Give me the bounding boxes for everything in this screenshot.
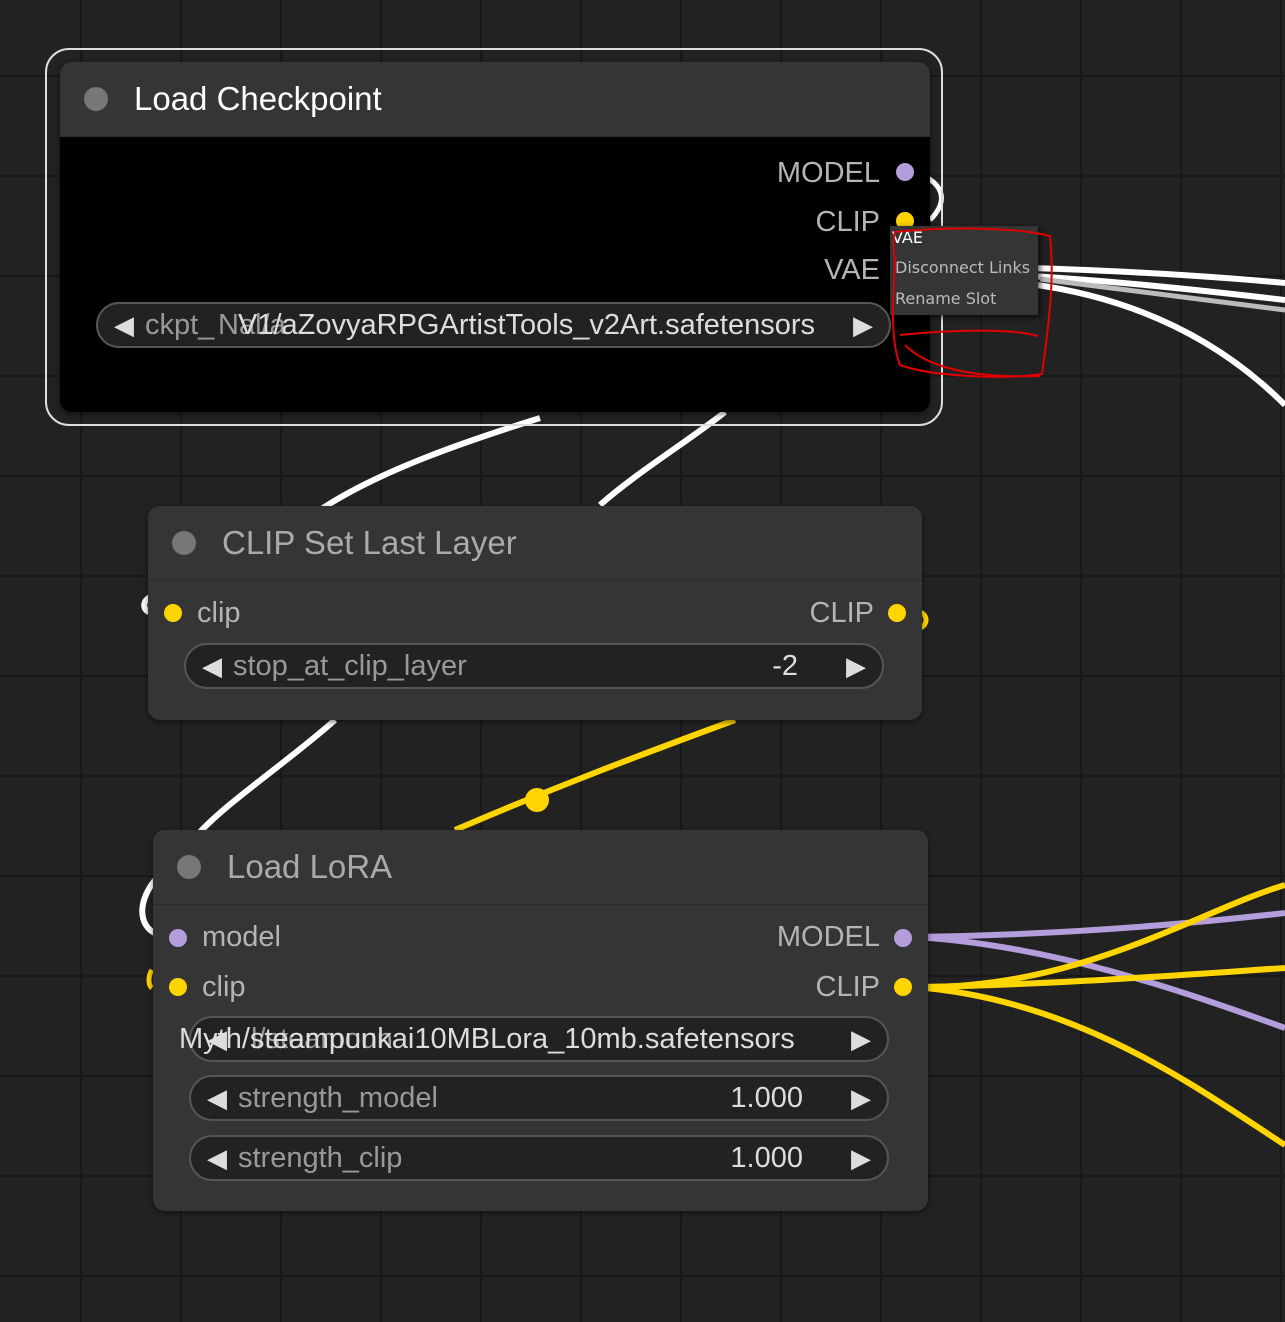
strength-model-widget[interactable]: ◀ strength_model 1.000 ▶	[189, 1075, 889, 1121]
output-label-clip: CLIP	[815, 206, 880, 238]
input-label-model: model	[202, 921, 281, 953]
collapse-dot-icon[interactable]	[84, 87, 108, 111]
load-checkpoint-node[interactable]: Load Checkpoint MODEL CLIP VAE ◀ ckpt_ N…	[60, 62, 930, 412]
output-label-model: MODEL	[776, 921, 880, 953]
collapse-dot-icon[interactable]	[177, 855, 201, 879]
input-label-clip: clip	[197, 597, 241, 629]
output-label-model: MODEL	[776, 157, 880, 189]
widget-value: 1.000	[730, 1142, 803, 1174]
decrement-arrow-icon[interactable]: ◀	[207, 1077, 227, 1119]
clip-link-checkpoint-to-clipset	[318, 415, 541, 513]
widget-label: stop_at_clip_layer	[233, 650, 467, 682]
decrement-arrow-icon[interactable]: ◀	[202, 645, 222, 687]
output-label-clip: CLIP	[809, 597, 874, 629]
combo-next-arrow-icon[interactable]: ▶	[853, 304, 873, 346]
widget-label: strength_model	[238, 1082, 438, 1114]
output-label-clip: CLIP	[815, 971, 880, 1003]
output-slot-model[interactable]	[894, 929, 912, 947]
clip-link-stub-left	[146, 968, 155, 990]
input-label-clip: clip	[202, 971, 246, 1003]
decrement-arrow-icon[interactable]: ◀	[207, 1137, 227, 1179]
widget-value: 1.000	[730, 1082, 803, 1114]
increment-arrow-icon[interactable]: ▶	[846, 645, 866, 687]
slot-context-menu[interactable]: VAE Disconnect Links Rename Slot	[890, 226, 1038, 315]
increment-arrow-icon[interactable]: ▶	[851, 1137, 871, 1179]
input-slot-clip[interactable]	[164, 604, 182, 622]
combo-prev-arrow-icon[interactable]: ◀	[114, 304, 134, 346]
lora-model-out-1	[914, 910, 1285, 940]
output-slot-model[interactable]	[896, 163, 914, 181]
node-title-bar[interactable]: CLIP Set Last Layer	[148, 506, 922, 581]
node-title: CLIP Set Last Layer	[222, 524, 517, 561]
model-link-to-lora-lower	[197, 717, 337, 835]
clip-link-clipset-to-lora	[453, 717, 737, 833]
combo-value: V1/aZovyaRPGArtistTools_v2Art.safetensor…	[238, 309, 816, 341]
context-menu-title: VAE	[892, 228, 923, 247]
node-title-bar[interactable]: Load LoRA	[153, 830, 928, 905]
node-title-bar[interactable]: Load Checkpoint	[60, 62, 930, 137]
menu-item-disconnect-links[interactable]: Disconnect Links	[895, 258, 1030, 278]
output-label-vae: VAE	[824, 254, 880, 286]
input-slot-clip[interactable]	[169, 978, 187, 996]
widget-value: -2	[772, 650, 798, 682]
output-slot-clip[interactable]	[894, 978, 912, 996]
vae-link-3	[1029, 281, 1285, 408]
node-title: Load Checkpoint	[134, 80, 382, 117]
input-slot-model[interactable]	[169, 929, 187, 947]
menu-item-rename-slot[interactable]: Rename Slot	[895, 289, 996, 309]
ckpt-name-combo[interactable]: ◀ ckpt_ Nal/a V1/aZovyaRPGArtistTools_v2…	[96, 302, 891, 348]
strength-clip-widget[interactable]: ◀ strength_clip 1.000 ▶	[189, 1135, 889, 1181]
combo-value: Myth/steampunkai10MBLora_10mb.safetensor…	[179, 1023, 795, 1055]
collapse-dot-icon[interactable]	[172, 531, 196, 555]
increment-arrow-icon[interactable]: ▶	[851, 1077, 871, 1119]
clip-set-last-layer-node[interactable]: CLIP Set Last Layer clip CLIP ◀ stop_at_…	[148, 506, 922, 720]
load-lora-node[interactable]: Load LoRA model MODEL clip CLIP ◀ l/stea…	[153, 830, 928, 1211]
stop-at-clip-layer-widget[interactable]: ◀ stop_at_clip_layer -2 ▶	[184, 643, 884, 689]
output-slot-clip[interactable]	[888, 604, 906, 622]
node-title: Load LoRA	[227, 848, 393, 885]
lora-name-combo[interactable]: ◀ l/steamoun Myth/steampunkai10MBLora_10…	[179, 1016, 889, 1062]
widget-label: strength_clip	[238, 1142, 403, 1174]
link-center-marker	[525, 788, 549, 812]
combo-next-arrow-icon[interactable]: ▶	[851, 1018, 871, 1060]
combo-label: ckpt_	[145, 309, 215, 341]
